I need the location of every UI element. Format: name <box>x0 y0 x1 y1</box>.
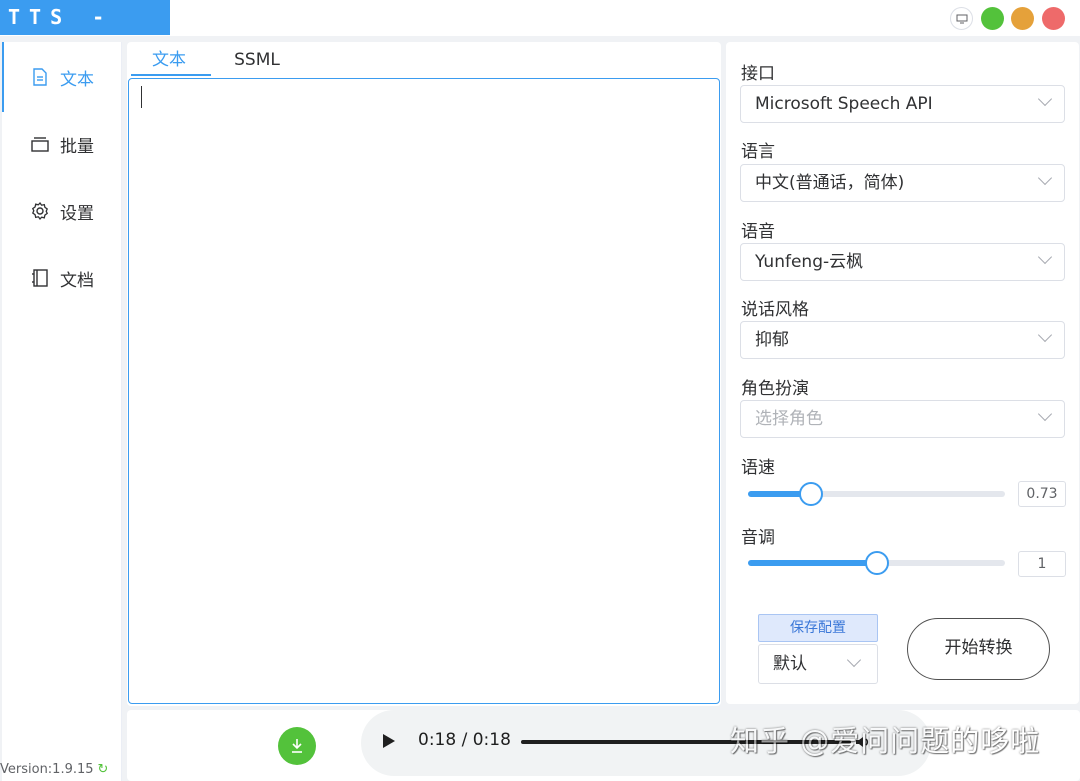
sidebar-item-label: 文档 <box>60 270 94 291</box>
sidebar-item-batch[interactable]: 批量 <box>2 124 122 164</box>
style-label: 说话风格 <box>741 300 809 320</box>
chevron-down-icon <box>1037 406 1053 422</box>
pitch-slider-fill <box>748 560 877 566</box>
document-icon <box>30 67 50 87</box>
app-logo: TTS - VUE <box>0 0 170 64</box>
close-button[interactable] <box>1042 7 1065 30</box>
sidebar-item-settings[interactable]: 设置 <box>2 191 122 231</box>
editor-panel: 文本 SSML <box>127 42 721 706</box>
monitor-icon[interactable] <box>950 7 973 30</box>
rate-slider[interactable] <box>748 482 1005 506</box>
preset-select[interactable]: 默认 <box>758 644 878 684</box>
chevron-down-icon <box>1037 327 1053 343</box>
notebook-icon <box>30 268 50 288</box>
download-icon <box>292 739 302 753</box>
sidebar-item-text[interactable]: 文本 <box>2 57 122 97</box>
play-icon[interactable] <box>383 734 395 748</box>
role-label: 角色扮演 <box>741 379 809 399</box>
save-config-button[interactable]: 保存配置 <box>758 614 878 642</box>
sidebar-item-label: 文本 <box>60 69 94 90</box>
rate-value[interactable]: 0.73 <box>1018 481 1066 507</box>
download-button[interactable] <box>278 727 316 765</box>
sidebar: 文本 批量 设置 文档 <box>2 42 122 781</box>
settings-panel: 接口 Microsoft Speech API 语言 中文(普通话，简体) 语音… <box>726 42 1079 704</box>
refresh-icon[interactable]: ↻ <box>98 762 109 777</box>
tab-text[interactable]: 文本 <box>127 46 211 74</box>
rate-slider-handle[interactable] <box>798 482 823 506</box>
sidebar-item-label: 批量 <box>60 136 94 157</box>
sidebar-item-label: 设置 <box>60 203 94 224</box>
text-input[interactable] <box>128 78 720 704</box>
editor-tabs: 文本 SSML <box>127 42 721 76</box>
api-label: 接口 <box>741 64 775 84</box>
api-select[interactable]: Microsoft Speech API <box>740 85 1065 123</box>
version-text: Version:1.9.15 ↻ <box>0 762 109 777</box>
start-convert-button[interactable]: 开始转换 <box>907 618 1050 680</box>
rate-label: 语速 <box>741 458 775 478</box>
gear-icon <box>30 201 50 221</box>
tab-ssml[interactable]: SSML <box>223 46 291 74</box>
voice-select[interactable]: Yunfeng-云枫 <box>740 243 1065 281</box>
voice-label: 语音 <box>741 222 775 242</box>
sidebar-item-docs[interactable]: 文档 <box>2 258 122 298</box>
stack-icon <box>30 134 50 154</box>
title-bar: TTS - VUE <box>0 0 1080 64</box>
role-select[interactable]: 选择角色 <box>740 400 1065 438</box>
chevron-down-icon <box>1037 170 1053 186</box>
player-time: 0:18 / 0:18 <box>418 730 511 750</box>
style-select[interactable]: 抑郁 <box>740 321 1065 359</box>
pitch-label: 音调 <box>741 528 775 548</box>
chevron-down-icon <box>846 652 862 668</box>
pitch-slider[interactable] <box>748 551 1005 575</box>
text-cursor <box>141 86 142 108</box>
chevron-down-icon <box>1037 91 1053 107</box>
language-select[interactable]: 中文(普通话，简体) <box>740 164 1065 202</box>
pitch-value[interactable]: 1 <box>1018 551 1066 577</box>
chevron-down-icon <box>1037 249 1053 265</box>
maximize-button[interactable] <box>981 7 1004 30</box>
minimize-button[interactable] <box>1011 7 1034 30</box>
tab-active-indicator <box>131 74 211 76</box>
pitch-slider-handle[interactable] <box>864 551 889 575</box>
watermark: 知乎 @爱问问题的哆啦 <box>730 724 1041 758</box>
language-label: 语言 <box>741 142 775 162</box>
